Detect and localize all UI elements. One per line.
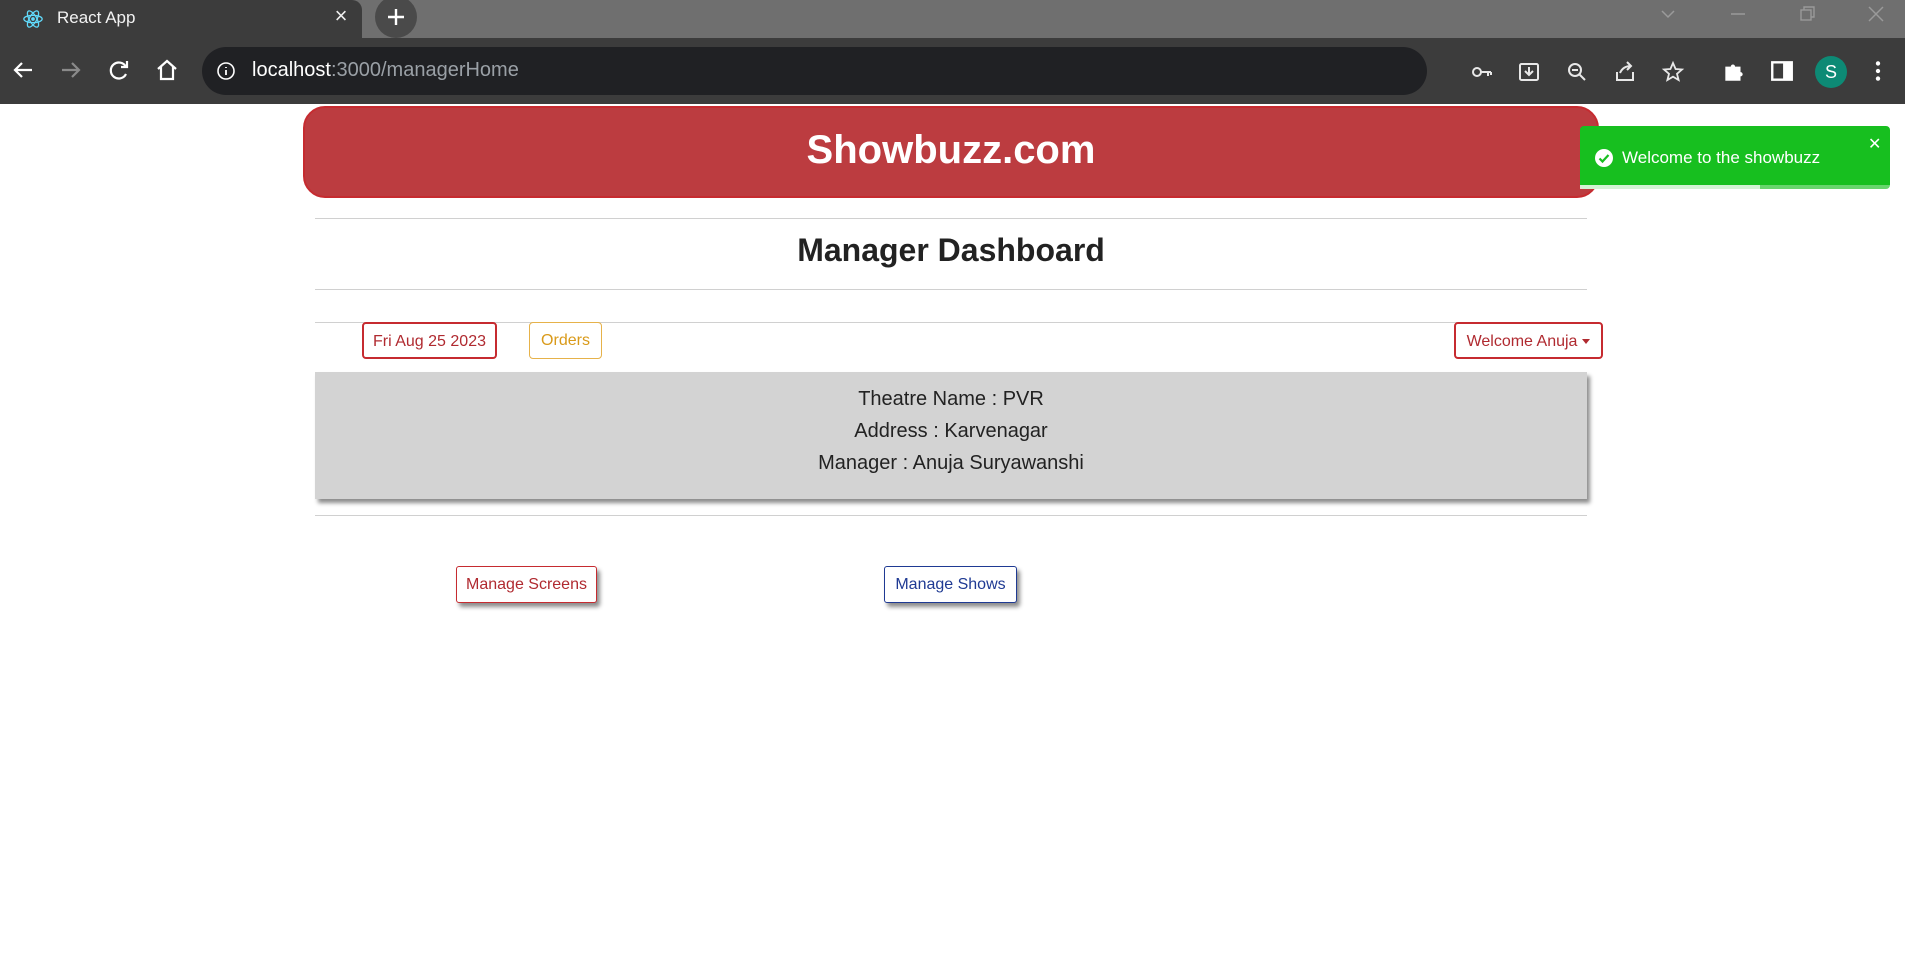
profile-avatar[interactable]: S bbox=[1815, 56, 1847, 88]
close-icon[interactable]: ✕ bbox=[1868, 134, 1881, 154]
toast-message: Welcome to the showbuzz bbox=[1622, 148, 1821, 167]
side-panel-icon[interactable] bbox=[1769, 58, 1795, 84]
divider bbox=[315, 515, 1587, 516]
success-toast[interactable]: Welcome to the showbuzz ✕ bbox=[1580, 126, 1890, 189]
divider bbox=[315, 322, 1587, 323]
browser-tab[interactable]: React App × bbox=[0, 0, 362, 38]
caret-down-icon bbox=[1582, 339, 1591, 345]
divider bbox=[315, 218, 1587, 219]
welcome-label: Welcome Anuja bbox=[1466, 333, 1578, 350]
reload-icon[interactable] bbox=[104, 55, 134, 85]
toast-progress-bar bbox=[1580, 185, 1760, 189]
back-arrow-icon[interactable] bbox=[8, 55, 38, 85]
divider bbox=[315, 289, 1587, 290]
theatre-address: Address : Karvenagar bbox=[854, 420, 1048, 442]
close-window-icon[interactable] bbox=[1866, 4, 1886, 24]
date-button[interactable]: Fri Aug 25 2023 bbox=[362, 322, 497, 359]
bookmark-star-icon[interactable] bbox=[1661, 60, 1685, 84]
plus-icon bbox=[388, 9, 404, 25]
zoom-out-icon[interactable] bbox=[1565, 60, 1589, 84]
site-info-icon[interactable] bbox=[216, 61, 236, 81]
theatre-name: Theatre Name : PVR bbox=[858, 388, 1044, 410]
welcome-dropdown-button[interactable]: Welcome Anuja bbox=[1454, 322, 1603, 359]
toast-progress-track bbox=[1580, 185, 1890, 189]
manage-shows-button[interactable]: Manage Shows bbox=[884, 566, 1017, 603]
install-icon[interactable] bbox=[1517, 60, 1541, 84]
brand-header: Showbuzz.com bbox=[303, 106, 1599, 198]
tab-title: React App bbox=[57, 8, 136, 27]
check-circle-icon bbox=[1595, 149, 1613, 167]
url-path: :3000/managerHome bbox=[330, 59, 519, 81]
theatre-info-card: Theatre Name : PVR Address : Karvenagar … bbox=[315, 372, 1587, 499]
orders-button[interactable]: Orders bbox=[529, 322, 602, 359]
forward-arrow-icon[interactable] bbox=[56, 55, 86, 85]
key-icon[interactable] bbox=[1470, 60, 1494, 84]
react-logo-icon bbox=[23, 10, 43, 28]
address-bar[interactable]: localhost:3000/managerHome bbox=[202, 47, 1492, 95]
home-icon[interactable] bbox=[152, 55, 182, 85]
brand-title: Showbuzz.com bbox=[806, 128, 1096, 172]
minimize-icon[interactable] bbox=[1728, 4, 1748, 24]
manage-screens-button[interactable]: Manage Screens bbox=[456, 566, 597, 603]
new-tab-button[interactable] bbox=[375, 0, 417, 38]
extensions-icon[interactable] bbox=[1721, 58, 1747, 84]
theatre-manager: Manager : Anuja Suryawanshi bbox=[818, 452, 1084, 474]
page-content: Showbuzz.com Manager Dashboard Fri Aug 2… bbox=[0, 104, 1905, 978]
url-host: localhost bbox=[252, 59, 331, 81]
restore-icon[interactable] bbox=[1797, 4, 1817, 24]
tab-search-icon[interactable] bbox=[1658, 4, 1678, 24]
share-icon[interactable] bbox=[1613, 60, 1637, 84]
more-menu-icon[interactable] bbox=[1865, 58, 1891, 84]
page-title: Manager Dashboard bbox=[797, 232, 1105, 268]
close-tab-icon[interactable]: × bbox=[331, 5, 351, 27]
url-text[interactable]: localhost:3000/managerHome bbox=[252, 59, 519, 82]
browser-tab-strip: React App × bbox=[0, 0, 1905, 38]
browser-toolbar: localhost:3000/managerHome S bbox=[0, 38, 1905, 104]
